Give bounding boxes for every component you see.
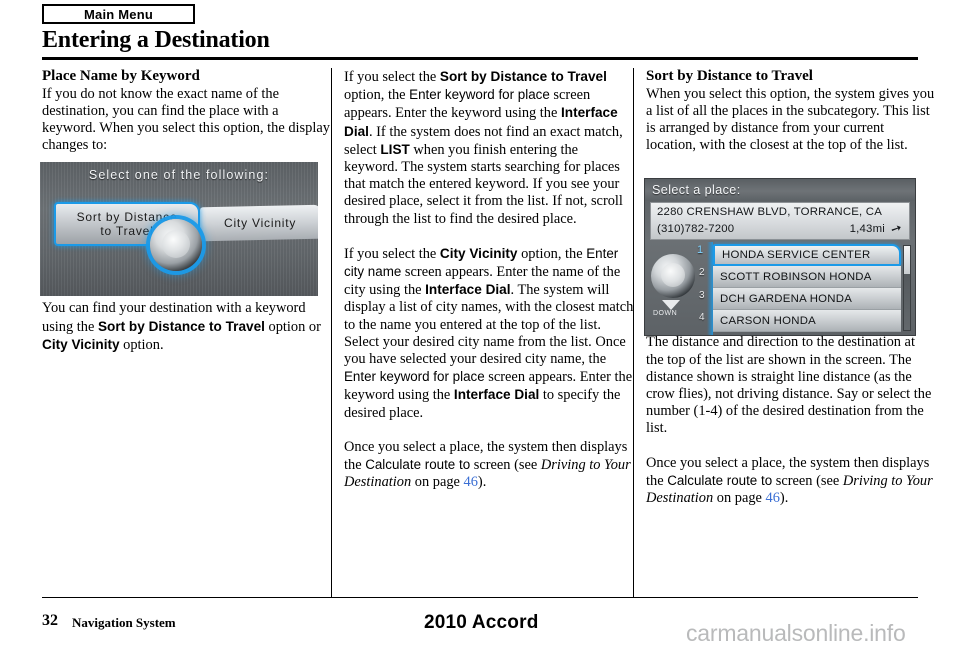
list-item-label: HONDA SERVICE CENTER (722, 249, 871, 261)
ui-screen-enter-keyword-for-place: Enter keyword for place (409, 87, 550, 103)
left-paragraph-2: You can find your destination with a key… (42, 300, 332, 354)
ui-term-sort-by-distance: Sort by Distance to Travel (97, 318, 265, 334)
list-number-1: 1 (697, 244, 704, 256)
navshot-button-city-vicinity[interactable]: City Vicinity (200, 204, 318, 242)
list-number-3: 3 (699, 290, 705, 301)
right-paragraph-1: When you select this option, the system … (646, 85, 935, 154)
footer-rule (42, 597, 918, 598)
page-reference-link[interactable]: 46 (464, 474, 478, 490)
place-address: 2280 CRENSHAW BLVD, TORRANCE, CA (657, 206, 882, 218)
footer-section-name: Navigation System (72, 615, 176, 630)
ui-term-sort-by-distance: Sort by Distance to Travel (439, 69, 607, 84)
list-item[interactable]: HONDA SERVICE CENTER (713, 244, 901, 266)
manual-page: Main Menu Entering a Destination Place N… (0, 0, 960, 655)
navshot-left-title: Select one of the following: (88, 167, 270, 182)
list-item[interactable]: DCH GARDENA HONDA (713, 288, 901, 310)
list-item[interactable]: CARSON HONDA (713, 310, 901, 332)
text-run: option. (119, 336, 164, 353)
list-number-4: 4 (699, 312, 705, 323)
column-middle: If you select the Sort by Distance to Tr… (344, 68, 634, 491)
text-run: option, the (517, 245, 587, 262)
right-paragraph-3: Once you select a place, the system then… (646, 455, 936, 508)
ui-term-list: LIST (380, 141, 410, 157)
text-run: If you select the (344, 245, 440, 262)
text-run: on page (411, 474, 464, 491)
middle-paragraph-3: Once you select a place, the system then… (344, 439, 634, 492)
left-paragraph-1: If you do not know the exact name of the… (42, 85, 330, 154)
text-run: screen (see (470, 457, 541, 474)
place-list: HONDA SERVICE CENTER SCOTT ROBINSON HOND… (713, 244, 901, 332)
main-menu-tab-label: Main Menu (84, 6, 153, 22)
list-item-label: CARSON HONDA (720, 314, 817, 327)
text-run: ). (477, 474, 487, 491)
header-rule (42, 57, 918, 60)
text-run: on page (713, 489, 766, 506)
text-run: screen (see (772, 472, 843, 489)
ui-term-interface-dial: Interface Dial (453, 387, 540, 403)
place-list-area: DOWN 1 2 3 4 HONDA SERVICE CENTER SCOTT … (645, 242, 915, 335)
right-paragraph-2: The distance and direction to the destin… (646, 334, 932, 437)
interface-dial-icon[interactable] (651, 254, 695, 298)
place-phone: (310)782-7200 (657, 223, 735, 235)
list-scrollbar-thumb[interactable] (904, 246, 910, 274)
scroll-down-icon[interactable] (662, 300, 680, 310)
list-item[interactable]: SCOTT ROBINSON HONDA (713, 266, 901, 288)
navshot-button-sort-line2: to Travel (100, 224, 154, 238)
scroll-down-label: DOWN (653, 310, 678, 317)
place-info-panel: 2280 CRENSHAW BLVD, TORRANCE, CA (310)78… (650, 202, 910, 240)
navshot-right-title: Select a place: (645, 179, 915, 201)
section-heading-sort-by-distance-to-travel: Sort by Distance to Travel (646, 68, 813, 84)
text-run: If you select the (344, 69, 440, 85)
footer-page-number: 32 (42, 612, 58, 629)
main-menu-tab[interactable]: Main Menu (42, 4, 195, 24)
section-heading-place-name-by-keyword: Place Name by Keyword (42, 68, 200, 84)
middle-paragraph-2: If you select the City Vicinity option, … (344, 245, 634, 422)
page-title: Entering a Destination (42, 27, 270, 53)
direction-arrow-icon: ➚ (888, 219, 905, 238)
navshot-button-city-label: City Vicinity (223, 216, 297, 231)
nav-screenshot-select-a-place: Select a place: 2280 CRENSHAW BLVD, TORR… (644, 178, 916, 336)
place-distance: 1,43mi (849, 223, 885, 235)
footer-model-year: 2010 Accord (424, 612, 539, 633)
text-run: ). (779, 489, 789, 506)
list-item-label: SCOTT ROBINSON HONDA (720, 270, 872, 283)
interface-dial-icon[interactable] (150, 219, 202, 271)
footer-watermark: carmanualsonline.info (686, 620, 906, 646)
ui-term-interface-dial: Interface Dial (425, 282, 511, 298)
middle-paragraph-1: If you select the Sort by Distance to Tr… (344, 68, 634, 228)
list-number-2: 2 (699, 267, 705, 278)
ui-screen-calculate-route-to: Calculate route to (365, 457, 471, 473)
nav-screenshot-select-one: Select one of the following: Sort by Dis… (40, 162, 318, 296)
page-reference-link[interactable]: 46 (766, 490, 780, 506)
list-item-label: DCH GARDENA HONDA (720, 292, 853, 305)
text-run: option or (264, 318, 321, 335)
ui-screen-enter-keyword-for-place: Enter keyword for place (344, 369, 485, 385)
ui-screen-calculate-route-to: Calculate route to (667, 472, 773, 488)
ui-term-city-vicinity: City Vicinity (439, 245, 518, 261)
ui-term-city-vicinity: City Vicinity (42, 336, 120, 352)
text-run: option, the (344, 87, 410, 104)
